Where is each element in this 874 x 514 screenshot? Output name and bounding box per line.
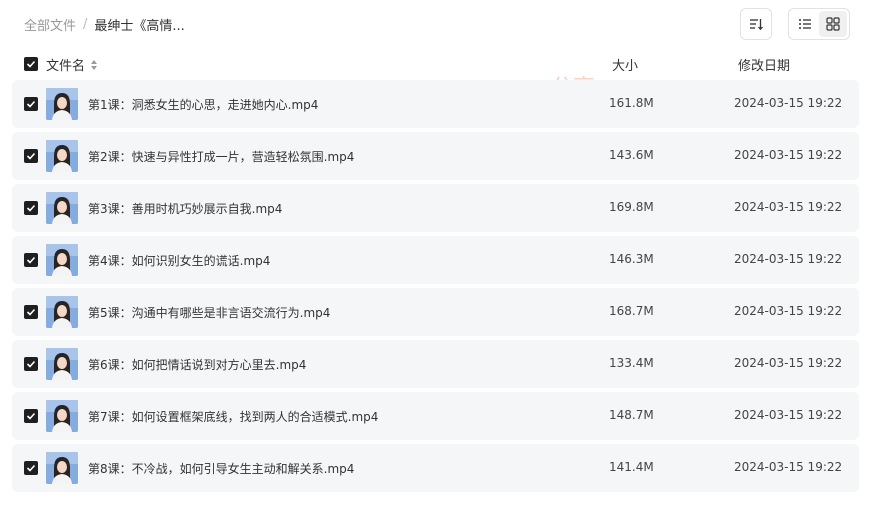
row-checkbox[interactable] bbox=[24, 357, 38, 371]
check-icon bbox=[26, 204, 36, 212]
toolbar bbox=[740, 8, 850, 40]
file-date: 2024-03-15 19:22 bbox=[734, 148, 843, 162]
file-date: 2024-03-15 19:22 bbox=[734, 408, 843, 422]
column-name-label: 文件名 bbox=[46, 59, 86, 74]
column-name-header[interactable]: 文件名 bbox=[46, 55, 98, 74]
file-name[interactable]: 第5课：沟通中有哪些是非言语交流行为.mp4 bbox=[88, 304, 330, 321]
file-date: 2024-03-15 19:22 bbox=[734, 96, 843, 110]
file-name[interactable]: 第7课：如何设置框架底线，找到两人的合适模式.mp4 bbox=[88, 408, 378, 425]
select-all-checkbox[interactable] bbox=[24, 57, 38, 71]
file-list-header: 文件名 大小 修改日期 bbox=[12, 52, 859, 76]
breadcrumb: 全部文件 / 最绅士《高情... bbox=[24, 14, 185, 34]
file-name[interactable]: 第8课：不冷战，如何引导女生主动和解关系.mp4 bbox=[88, 460, 354, 477]
list-view-button[interactable] bbox=[791, 11, 819, 37]
file-name[interactable]: 第3课：善用时机巧妙展示自我.mp4 bbox=[88, 200, 282, 217]
check-icon bbox=[26, 152, 36, 160]
file-date: 2024-03-15 19:22 bbox=[734, 200, 843, 214]
row-checkbox[interactable] bbox=[24, 201, 38, 215]
video-thumbnail bbox=[46, 296, 78, 328]
file-row[interactable]: 第3课：善用时机巧妙展示自我.mp4 169.8M 2024-03-15 19:… bbox=[12, 184, 859, 232]
check-icon bbox=[26, 100, 36, 108]
grid-view-button[interactable] bbox=[819, 11, 847, 37]
file-size: 143.6M bbox=[609, 148, 654, 162]
file-size: 146.3M bbox=[609, 252, 654, 266]
sort-arrows-icon bbox=[91, 59, 98, 70]
file-name[interactable]: 第2课：快速与异性打成一片，营造轻松氛围.mp4 bbox=[88, 148, 354, 165]
video-thumbnail bbox=[46, 400, 78, 432]
grid-view-icon bbox=[826, 17, 840, 31]
check-icon bbox=[26, 256, 36, 264]
check-icon bbox=[26, 60, 36, 68]
file-date: 2024-03-15 19:22 bbox=[734, 252, 843, 266]
video-thumbnail bbox=[46, 348, 78, 380]
file-size: 161.8M bbox=[609, 96, 654, 110]
file-date: 2024-03-15 19:22 bbox=[734, 356, 843, 370]
check-icon bbox=[26, 308, 36, 316]
breadcrumb-separator: / bbox=[83, 16, 88, 32]
check-icon bbox=[26, 360, 36, 368]
file-row[interactable]: 第2课：快速与异性打成一片，营造轻松氛围.mp4 143.6M 2024-03-… bbox=[12, 132, 859, 180]
row-checkbox[interactable] bbox=[24, 97, 38, 111]
video-thumbnail bbox=[46, 88, 78, 120]
file-name[interactable]: 第6课：如何把情话说到对方心里去.mp4 bbox=[88, 356, 306, 373]
file-name[interactable]: 第4课：如何识别女生的谎话.mp4 bbox=[88, 252, 270, 269]
breadcrumb-current: 最绅士《高情... bbox=[94, 18, 185, 34]
file-size: 133.4M bbox=[609, 356, 654, 370]
video-thumbnail bbox=[46, 140, 78, 172]
row-checkbox[interactable] bbox=[24, 461, 38, 475]
row-checkbox[interactable] bbox=[24, 305, 38, 319]
breadcrumb-root-link[interactable]: 全部文件 bbox=[24, 15, 76, 34]
list-view-icon bbox=[799, 19, 811, 29]
video-thumbnail bbox=[46, 192, 78, 224]
sort-icon bbox=[750, 19, 763, 31]
file-row[interactable]: 第7课：如何设置框架底线，找到两人的合适模式.mp4 148.7M 2024-0… bbox=[12, 392, 859, 440]
file-list: 第1课：洞悉女生的心思，走进她内心.mp4 161.8M 2024-03-15 … bbox=[12, 80, 859, 496]
file-row[interactable]: 第6课：如何把情话说到对方心里去.mp4 133.4M 2024-03-15 1… bbox=[12, 340, 859, 388]
video-thumbnail bbox=[46, 452, 78, 484]
file-date: 2024-03-15 19:22 bbox=[734, 304, 843, 318]
file-size: 168.7M bbox=[609, 304, 654, 318]
column-size-header[interactable]: 大小 bbox=[612, 55, 638, 74]
file-row[interactable]: 第4课：如何识别女生的谎话.mp4 146.3M 2024-03-15 19:2… bbox=[12, 236, 859, 284]
column-date-header[interactable]: 修改日期 bbox=[738, 55, 790, 74]
file-row[interactable]: 第8课：不冷战，如何引导女生主动和解关系.mp4 141.4M 2024-03-… bbox=[12, 444, 859, 492]
check-icon bbox=[26, 464, 36, 472]
file-size: 169.8M bbox=[609, 200, 654, 214]
row-checkbox[interactable] bbox=[24, 149, 38, 163]
row-checkbox[interactable] bbox=[24, 253, 38, 267]
file-size: 141.4M bbox=[609, 460, 654, 474]
file-date: 2024-03-15 19:22 bbox=[734, 460, 843, 474]
file-size: 148.7M bbox=[609, 408, 654, 422]
row-checkbox[interactable] bbox=[24, 409, 38, 423]
sort-button[interactable] bbox=[740, 8, 772, 40]
video-thumbnail bbox=[46, 244, 78, 276]
check-icon bbox=[26, 412, 36, 420]
file-row[interactable]: 第1课：洞悉女生的心思，走进她内心.mp4 161.8M 2024-03-15 … bbox=[12, 80, 859, 128]
file-row[interactable]: 第5课：沟通中有哪些是非言语交流行为.mp4 168.7M 2024-03-15… bbox=[12, 288, 859, 336]
view-switch bbox=[788, 8, 850, 40]
file-name[interactable]: 第1课：洞悉女生的心思，走进她内心.mp4 bbox=[88, 96, 318, 113]
